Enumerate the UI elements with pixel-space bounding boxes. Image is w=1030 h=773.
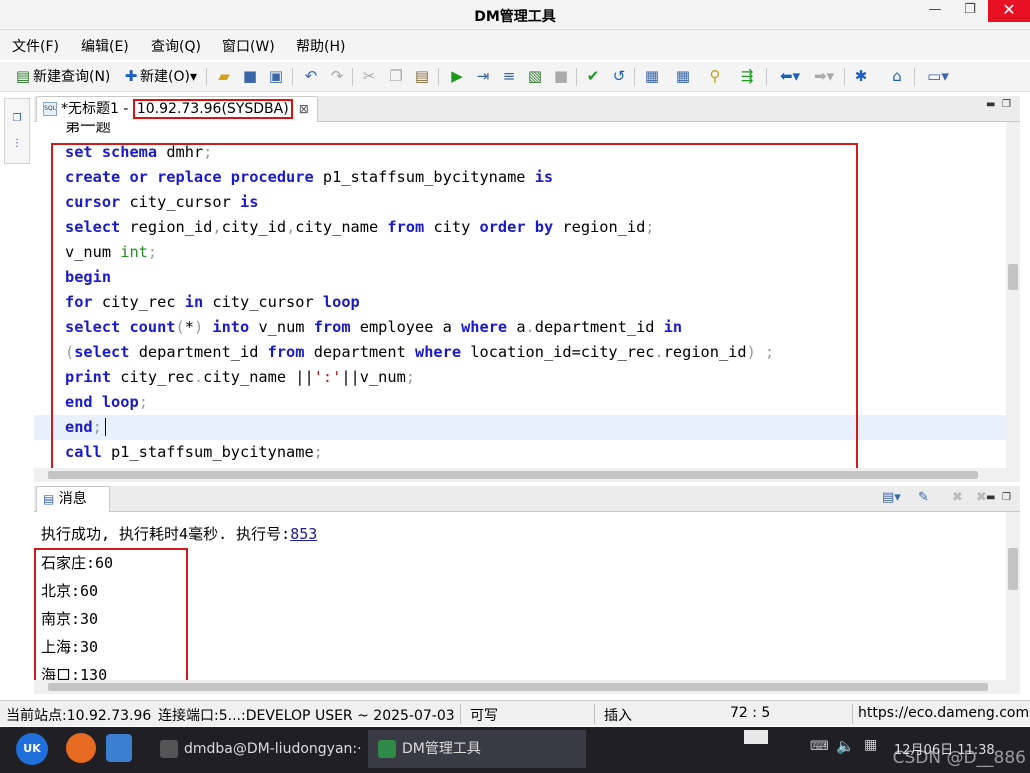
minimize-button[interactable]: —	[918, 0, 952, 22]
editor-tab[interactable]: SQL *无标题1 - 10.92.73.96(SYSDBA) ⊠	[36, 96, 318, 122]
left-side-strip: ❐ ⋮	[4, 98, 30, 164]
file-manager-icon[interactable]	[106, 734, 132, 762]
redo-icon[interactable]: ↷	[328, 67, 346, 85]
status-site: 当前站点:10.92.73.96	[6, 708, 152, 724]
restore-button[interactable]: ❐	[953, 0, 987, 22]
message-tab-bar: ▤ 消息 ▤▾ ✎ ✖ ✖ ▬ ❐	[34, 486, 1020, 512]
taskbar-terminal[interactable]: dmdba@DM-liudongyan:···	[150, 730, 362, 768]
restore-view-icon[interactable]: ❐	[5, 113, 29, 124]
menu-help[interactable]: 帮助(H)	[296, 36, 345, 56]
status-writable: 可写	[470, 708, 498, 724]
execute-icon[interactable]: ▶	[448, 67, 466, 85]
status-bar: 当前站点:10.92.73.96 连接端口:5...:DEVELOP USER …	[0, 700, 1030, 726]
sql-editor[interactable]: 第一题 set schema dmhr; create or replace p…	[34, 122, 1020, 468]
message-scroll-thumb[interactable]	[1008, 548, 1018, 590]
new-button[interactable]: 新建(O)▾	[140, 66, 197, 88]
network-icon[interactable]: ▦	[864, 737, 877, 753]
schedule-icon[interactable]: ▦	[674, 67, 692, 85]
run-file-icon[interactable]: ▧	[526, 67, 544, 85]
messages-tab-label: 消息	[58, 491, 87, 507]
code-line-partial: 第一题	[65, 122, 111, 135]
editor-tab-title: *无标题1 -	[61, 101, 133, 117]
step-icon[interactable]: ⇶	[738, 67, 756, 85]
sql-file-icon: SQL	[43, 102, 57, 116]
os-taskbar: UK dmdba@DM-liudongyan:··· DM管理工具 ⌨ 🔈 ▦ …	[0, 727, 1030, 773]
tree-view-icon[interactable]: ⋮	[5, 138, 29, 149]
menu-edit[interactable]: 编辑(E)	[81, 36, 129, 56]
exec-number-link[interactable]: 853	[290, 525, 317, 543]
new-query-icon: ▤	[15, 67, 31, 85]
tab-close-icon[interactable]: ⊠	[299, 102, 309, 116]
editor-scroll-thumb[interactable]	[1008, 264, 1018, 290]
copy-icon[interactable]: ❐	[387, 67, 405, 85]
status-port: 连接端口:5...:DEVELOP USER ~ 2025-07-03	[158, 708, 454, 724]
undo-icon[interactable]: ↶	[302, 67, 320, 85]
rollback-icon[interactable]: ↺	[610, 67, 628, 85]
workspace-indicator[interactable]	[744, 730, 768, 744]
menu-file[interactable]: 文件(F)	[12, 36, 59, 56]
message-panel: 执行成功, 执行耗时4毫秒. 执行号:853 石家庄:60 北京:60 南京:3…	[34, 512, 1020, 686]
explain-icon[interactable]: ≡	[500, 67, 518, 85]
message-hscroll-thumb[interactable]	[48, 683, 988, 691]
execute-script-icon[interactable]: ⇥	[474, 67, 492, 85]
msg-minimize-icon[interactable]: ▬	[986, 492, 995, 503]
title-bar: DM管理工具 — ❐ ✕	[0, 0, 1030, 30]
firefox-icon[interactable]	[66, 733, 96, 763]
menu-window[interactable]: 窗口(W)	[222, 36, 275, 56]
paste-icon[interactable]: ▤	[413, 67, 431, 85]
msg-maximize-icon[interactable]: ❐	[1002, 492, 1011, 503]
status-cursor-position: 72 : 5	[730, 705, 771, 721]
editor-vertical-scrollbar[interactable]	[1006, 122, 1020, 468]
messages-tab[interactable]: ▤ 消息	[36, 486, 110, 512]
maximize-view-icon[interactable]: ❐	[1002, 99, 1011, 110]
menu-bar: 文件(F) 编辑(E) 查询(Q) 窗口(W) 帮助(H)	[0, 30, 1030, 60]
debug-icon[interactable]: ✱	[852, 67, 870, 85]
new-query-button[interactable]: 新建查询(N)	[33, 66, 110, 88]
exec-status-line: 执行成功, 执行耗时4毫秒. 执行号:853	[41, 523, 317, 544]
close-button[interactable]: ✕	[988, 0, 1030, 22]
plus-icon: ✚	[124, 67, 138, 85]
terminal-icon	[160, 740, 178, 758]
search-tool-icon[interactable]: ⚲	[706, 67, 724, 85]
taskbar-dm-tool[interactable]: DM管理工具	[368, 730, 586, 768]
cut-icon[interactable]: ✂	[360, 67, 378, 85]
keyboard-icon[interactable]: ⌨	[810, 739, 829, 754]
message-vertical-scrollbar[interactable]	[1006, 512, 1020, 680]
window-title: DM管理工具	[474, 9, 556, 25]
highlight-box-code	[51, 143, 858, 468]
forward-icon[interactable]: ➡▾	[810, 67, 838, 85]
view-options-icon[interactable]: ▤▾	[882, 490, 901, 505]
remove-icon[interactable]: ✖	[952, 490, 963, 505]
view-menu-icon[interactable]: ▭▾	[924, 67, 952, 85]
calendar-icon[interactable]: ▦	[643, 67, 661, 85]
home-icon[interactable]: ⌂	[888, 67, 906, 85]
status-url[interactable]: https://eco.dameng.com	[858, 705, 1029, 721]
back-icon[interactable]: ⬅▾	[776, 67, 804, 85]
editor-hscroll-thumb[interactable]	[48, 471, 978, 479]
open-folder-icon[interactable]: ▰	[215, 67, 233, 85]
taskbar-dm-tool-label: DM管理工具	[402, 741, 481, 757]
status-insert-mode: 插入	[604, 708, 632, 724]
connection-label: 10.92.73.96(SYSDBA)	[132, 99, 293, 119]
clear-console-icon[interactable]: ✎	[918, 490, 929, 505]
stop-icon[interactable]: ■	[552, 67, 570, 85]
highlight-box-results	[34, 548, 188, 686]
message-horizontal-scrollbar[interactable]	[34, 680, 1020, 694]
editor-tab-bar: SQL *无标题1 - 10.92.73.96(SYSDBA) ⊠ ▬ ❐	[34, 96, 1020, 122]
save-icon[interactable]: ■	[241, 67, 259, 85]
csdn-watermark: CSDN @D__886	[892, 748, 1026, 768]
start-menu-icon[interactable]: UK	[16, 733, 48, 765]
toolbar: ▤ 新建查询(N) ✚ 新建(O)▾ ▰ ■ ▣ ↶ ↷ ✂ ❐ ▤ ▶ ⇥ ≡…	[0, 62, 1030, 92]
dm-tool-icon	[378, 740, 396, 758]
volume-icon[interactable]: 🔈	[836, 737, 855, 755]
editor-horizontal-scrollbar[interactable]	[34, 468, 1020, 482]
message-icon: ▤	[43, 492, 55, 506]
minimize-view-icon[interactable]: ▬	[986, 99, 995, 110]
menu-query[interactable]: 查询(Q)	[151, 36, 201, 56]
exec-status-text: 执行成功, 执行耗时4毫秒. 执行号:	[41, 525, 291, 543]
save-all-icon[interactable]: ▣	[267, 67, 285, 85]
commit-icon[interactable]: ✔	[584, 67, 602, 85]
taskbar-terminal-label: dmdba@DM-liudongyan:···	[184, 741, 362, 757]
